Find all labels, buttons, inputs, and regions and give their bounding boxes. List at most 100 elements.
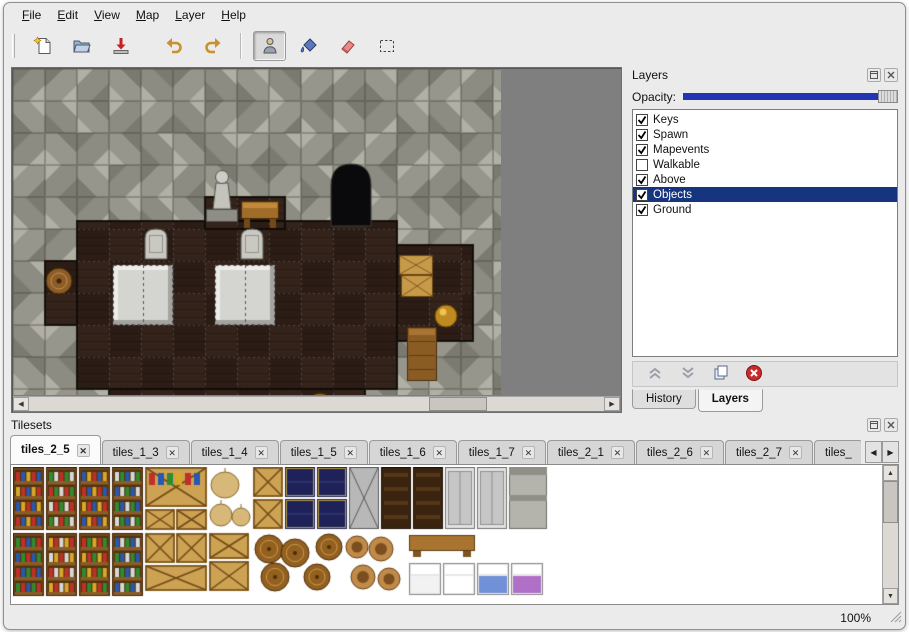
opacity-slider[interactable] — [683, 90, 898, 103]
tileset-tab-label: tiles_1_7 — [469, 447, 515, 459]
eraser-icon — [338, 36, 358, 56]
eraser-tool-button[interactable] — [331, 31, 364, 61]
undo-icon — [164, 36, 184, 56]
tileset-tab-tiles_1_5[interactable]: tiles_1_5✕ — [280, 440, 368, 464]
toolbar-handle[interactable] — [12, 34, 15, 58]
layer-visibility-checkbox[interactable] — [636, 159, 648, 171]
chevron-double-up-icon — [646, 364, 664, 385]
duplicate-layer-button[interactable] — [709, 363, 733, 385]
tabs-scroll-right-button[interactable]: ▶ — [882, 441, 899, 463]
tileset-tab-tiles_2_1[interactable]: tiles_2_1✕ — [547, 440, 635, 464]
close-panel-icon[interactable] — [884, 418, 898, 432]
close-tab-icon[interactable]: ✕ — [700, 446, 713, 459]
layers-panel-tabs: HistoryLayers — [632, 389, 765, 413]
close-tab-icon[interactable]: ✕ — [77, 444, 90, 457]
menu-item-file[interactable]: File — [14, 5, 49, 25]
map-canvas[interactable] — [13, 69, 501, 395]
tileset-vertical-scrollbar[interactable]: ▲ ▼ — [882, 465, 898, 604]
map-view[interactable]: ◀ ▶ — [11, 67, 622, 413]
layer-visibility-checkbox[interactable] — [636, 114, 648, 126]
save-map-button[interactable] — [104, 31, 137, 61]
close-tab-icon[interactable]: ✕ — [433, 446, 446, 459]
opacity-slider-handle[interactable] — [878, 90, 898, 103]
menu-item-edit[interactable]: Edit — [49, 5, 86, 25]
layer-actions — [632, 361, 898, 387]
scroll-left-button[interactable]: ◀ — [13, 397, 29, 411]
raise-layer-button[interactable] — [643, 363, 667, 385]
close-panel-icon[interactable] — [884, 68, 898, 82]
tileset-tab-tiles_1_3[interactable]: tiles_1_3✕ — [102, 440, 190, 464]
menu-item-layer[interactable]: Layer — [167, 5, 213, 25]
map-horizontal-scrollbar[interactable]: ◀ ▶ — [13, 396, 620, 411]
close-tab-icon[interactable]: ✕ — [344, 446, 357, 459]
menu-item-view[interactable]: View — [86, 5, 128, 25]
float-panel-icon[interactable] — [867, 68, 881, 82]
redo-icon — [203, 36, 223, 56]
hscroll-track[interactable] — [29, 397, 604, 411]
layer-visibility-checkbox[interactable] — [636, 129, 648, 141]
layer-name: Above — [653, 174, 686, 186]
menu-bar: FileEditViewMapLayerHelp — [4, 3, 905, 27]
vscroll-thumb[interactable] — [883, 481, 898, 523]
select-tool-button[interactable] — [370, 31, 403, 61]
close-tab-icon[interactable]: ✕ — [611, 446, 624, 459]
tilesets-panel-title: Tilesets — [11, 418, 864, 432]
close-tab-icon[interactable]: ✕ — [255, 446, 268, 459]
tileset-tab-tiles_2_7[interactable]: tiles_2_7 ✕ — [725, 440, 813, 464]
float-panel-icon[interactable] — [867, 418, 881, 432]
tileset-content[interactable]: ▲ ▼ — [10, 464, 899, 605]
lower-layer-button[interactable] — [676, 363, 700, 385]
layer-row-keys[interactable]: Keys — [633, 112, 897, 127]
tileset-tab-label: tiles_2_7 — [736, 447, 782, 459]
resize-grip-icon[interactable] — [889, 610, 902, 626]
hscroll-thumb[interactable] — [429, 397, 487, 411]
new-map-button[interactable] — [26, 31, 59, 61]
layer-row-spawn[interactable]: Spawn — [633, 127, 897, 142]
tileset-tab-tiles_2_6[interactable]: tiles_2_6✕ — [636, 440, 724, 464]
tabs-scroll-left-button[interactable]: ◀ — [865, 441, 882, 463]
scroll-down-button[interactable]: ▼ — [883, 588, 898, 604]
tileset-tab-tiles_1_6[interactable]: tiles_1_6✕ — [369, 440, 457, 464]
redo-button[interactable] — [196, 31, 229, 61]
tileset-tab-tiles_1_7[interactable]: tiles_1_7 ✕ — [458, 440, 546, 464]
toolbar — [4, 27, 905, 65]
undo-button[interactable] — [157, 31, 190, 61]
menu-item-help[interactable]: Help — [213, 5, 254, 25]
layer-visibility-checkbox[interactable] — [636, 204, 648, 216]
new-file-icon — [33, 36, 53, 56]
layer-list: Keys SpawnMapevents Walkable AboveObjects Gr… — [632, 109, 898, 357]
tileset-canvas[interactable] — [13, 467, 549, 597]
open-folder-icon — [72, 36, 92, 56]
layer-row-walkable[interactable]: Walkable — [633, 157, 897, 172]
toolbar-separator — [240, 33, 242, 59]
paint-bucket-icon — [299, 36, 319, 56]
layer-row-objects[interactable]: Objects — [633, 187, 897, 202]
layers-panel: Layers Opacity: KeysSpawnMapeventsWalkab… — [629, 67, 901, 413]
close-tab-icon[interactable]: ✕ — [789, 446, 802, 459]
layer-visibility-checkbox[interactable] — [636, 144, 648, 156]
tab-layers[interactable]: Layers — [698, 389, 763, 412]
delete-layer-button[interactable] — [742, 363, 766, 385]
delete-icon — [745, 364, 763, 385]
layer-name: Ground — [653, 204, 691, 216]
close-tab-icon[interactable]: ✕ — [166, 446, 179, 459]
tileset-tab-tiles[interactable]: tiles_ — [814, 440, 861, 464]
stamp-tool-button[interactable] — [253, 31, 286, 61]
menu-item-map[interactable]: Map — [128, 5, 167, 25]
scroll-up-button[interactable]: ▲ — [883, 465, 898, 481]
layer-row-mapevents[interactable]: Mapevents — [633, 142, 897, 157]
layer-row-ground[interactable]: Ground — [633, 202, 897, 217]
vscroll-track[interactable] — [883, 481, 898, 588]
tileset-tab-tiles_1_4[interactable]: tiles_1_4✕ — [191, 440, 279, 464]
layer-row-above[interactable]: Above — [633, 172, 897, 187]
layer-name: Walkable — [653, 159, 700, 171]
layer-name: Spawn — [653, 129, 688, 141]
tileset-tab-tiles_2_5[interactable]: tiles_2_5✕ — [10, 435, 101, 464]
open-map-button[interactable] — [65, 31, 98, 61]
layer-visibility-checkbox[interactable] — [636, 189, 648, 201]
scroll-right-button[interactable]: ▶ — [604, 397, 620, 411]
tab-history[interactable]: History — [632, 389, 696, 409]
close-tab-icon[interactable]: ✕ — [522, 446, 535, 459]
layer-visibility-checkbox[interactable] — [636, 174, 648, 186]
fill-tool-button[interactable] — [292, 31, 325, 61]
